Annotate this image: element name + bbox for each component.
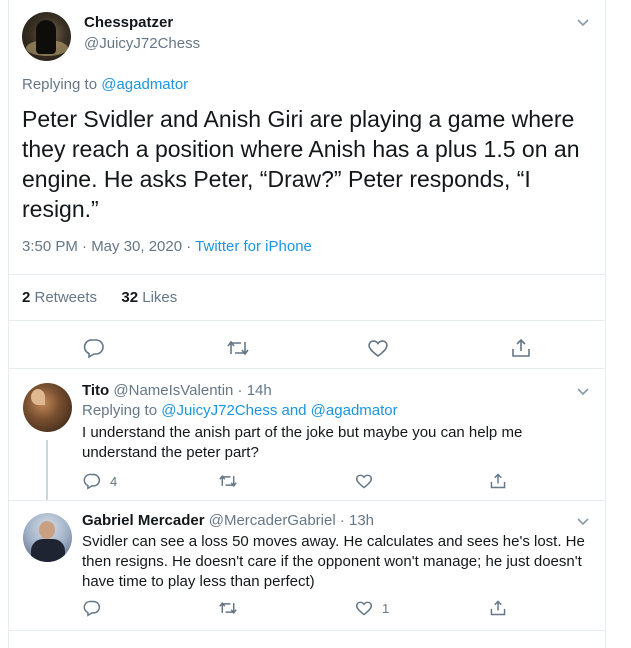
divider [8, 368, 606, 369]
retweet-icon[interactable] [218, 599, 238, 617]
reply-header: Tito @NameIsValentin · 14h [82, 382, 272, 399]
mention-link[interactable]: @agadmator [101, 76, 188, 93]
replying-prefix: Replying to [22, 76, 102, 93]
replying-to: Replying to @agadmator [22, 76, 188, 93]
source-link[interactable]: Twitter for iPhone [195, 238, 312, 255]
reply-icon[interactable] [83, 472, 101, 490]
tweet-meta: 3:50 PM · May 30, 2020 · Twitter for iPh… [22, 238, 312, 255]
retweet-icon[interactable] [226, 337, 250, 359]
heart-icon[interactable] [355, 599, 373, 617]
tweet-text: Peter Svidler and Anish Giri are playing… [22, 106, 580, 222]
reply-text: I understand the anish part of the joke … [82, 424, 523, 461]
timestamp[interactable]: 3:50 PM · May 30, 2020 · [22, 238, 195, 255]
heart-icon[interactable] [355, 472, 373, 490]
reply-icon[interactable] [83, 599, 101, 617]
retweet-icon[interactable] [218, 472, 238, 490]
divider [8, 630, 606, 631]
author-handle[interactable]: @JuicyJ72Chess [84, 35, 200, 52]
likes-label: Likes [138, 289, 178, 306]
reply-header: Gabriel Mercader @MercaderGabriel · 13h [82, 512, 374, 529]
retweets-label: Retweets [30, 289, 98, 306]
chevron-down-icon[interactable] [577, 383, 589, 401]
reply-icon[interactable] [83, 337, 105, 359]
likes-count: 32 [121, 289, 139, 306]
chevron-down-icon[interactable] [577, 513, 589, 531]
mention-link[interactable]: @JuicyJ72Chess and @agadmator [161, 402, 397, 419]
reply-author-name[interactable]: Gabriel Mercader [82, 512, 205, 529]
author-name[interactable]: Chesspatzer [84, 14, 173, 31]
reply-count: 4 [110, 474, 118, 489]
divider [8, 274, 606, 275]
share-icon[interactable] [489, 472, 507, 490]
reply-author-handle[interactable]: @NameIsValentin · 14h [109, 382, 271, 399]
divider [8, 500, 606, 501]
thread-line [46, 440, 48, 500]
divider [8, 320, 606, 321]
likes-stat[interactable]: 32 Likes [121, 289, 177, 306]
reply-author-name[interactable]: Tito [82, 382, 109, 399]
heart-icon[interactable] [367, 337, 389, 359]
reply-author-handle[interactable]: @MercaderGabriel · 13h [205, 512, 374, 529]
like-count: 1 [382, 601, 390, 616]
avatar[interactable] [23, 513, 72, 562]
replying-prefix: Replying to [82, 402, 162, 419]
retweets-stat[interactable]: 2 Retweets [22, 289, 97, 306]
share-icon[interactable] [510, 337, 532, 359]
avatar[interactable] [22, 12, 71, 61]
reply-text: Svidler can see a loss 50 moves away. He… [82, 533, 585, 590]
replying-to: Replying to @JuicyJ72Chess and @agadmato… [82, 402, 398, 419]
tweet-stats: 2 Retweets 32 Likes [22, 289, 177, 306]
avatar[interactable] [23, 383, 72, 432]
share-icon[interactable] [489, 599, 507, 617]
chevron-down-icon[interactable] [577, 14, 589, 32]
